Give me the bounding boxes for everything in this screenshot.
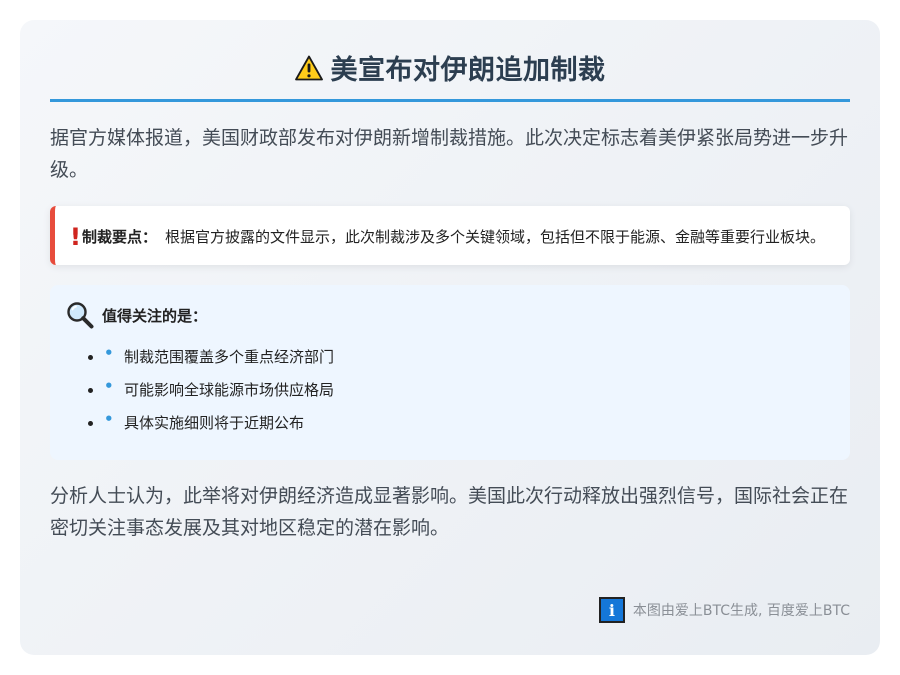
magnifier-icon: [67, 302, 94, 329]
page-title: 美宣布对伊朗追加制裁: [294, 48, 606, 87]
notice-header: 值得关注的是：: [66, 301, 830, 329]
list-item: • 可能影响全球能源市场供应格局: [104, 374, 830, 407]
notice-heading: 值得关注的是：: [102, 306, 208, 325]
bullet-icon: •: [104, 377, 114, 395]
closing-paragraph: 分析人士认为，此举将对伊朗经济造成显著影响。美国此次行动释放出强烈信号，国际社会…: [50, 485, 849, 539]
notice-list: • 制裁范围覆盖多个重点经济部门 • 可能影响全球能源市场供应格局 • 具体实施细则将…: [66, 341, 830, 440]
bullet-icon: •: [104, 344, 114, 362]
list-item: • 具体实施细则将于近期公布: [104, 407, 830, 440]
sanction-alert-box: !制裁要点： 根据官方披露的文件显示，此次制裁涉及多个关键领域，包括但不限于能源、…: [50, 206, 850, 265]
notice-box: 值得关注的是： • 制裁范围覆盖多个重点经济部门 • 可能影响全球能源市场供应格局 …: [50, 285, 850, 460]
info-icon: i: [598, 597, 625, 623]
list-item-text: 制裁范围覆盖多个重点经济部门: [124, 348, 335, 366]
alert-label: 制裁要点：: [81, 228, 157, 246]
exclamation-icon: !: [70, 223, 81, 251]
lead-paragraph: 据官方媒体报道，美国财政部发布对伊朗新增制裁措施。此次决定标志着美伊紧张局势进一…: [50, 127, 849, 181]
title-bar: 美宣布对伊朗追加制裁: [50, 20, 850, 102]
footer-credit: i 本图由爱上BTC生成, 百度爱上BTC: [598, 597, 850, 623]
page-title-text: 美宣布对伊朗追加制裁: [330, 55, 606, 86]
list-item-text: 具体实施细则将于近期公布: [124, 414, 305, 432]
list-item-text: 可能影响全球能源市场供应格局: [124, 381, 335, 399]
footer-text: 本图由爱上BTC生成, 百度爱上BTC: [632, 603, 850, 619]
list-item: • 制裁范围覆盖多个重点经济部门: [104, 341, 830, 374]
article-card: 美宣布对伊朗追加制裁 据官方媒体报道，美国财政部发布对伊朗新增制裁措施。此次决定…: [20, 20, 880, 655]
alert-text: 根据官方披露的文件显示，此次制裁涉及多个关键领域，包括但不限于能源、金融等重要行…: [164, 228, 825, 246]
warning-icon: [294, 55, 323, 80]
bullet-icon: •: [104, 410, 114, 428]
